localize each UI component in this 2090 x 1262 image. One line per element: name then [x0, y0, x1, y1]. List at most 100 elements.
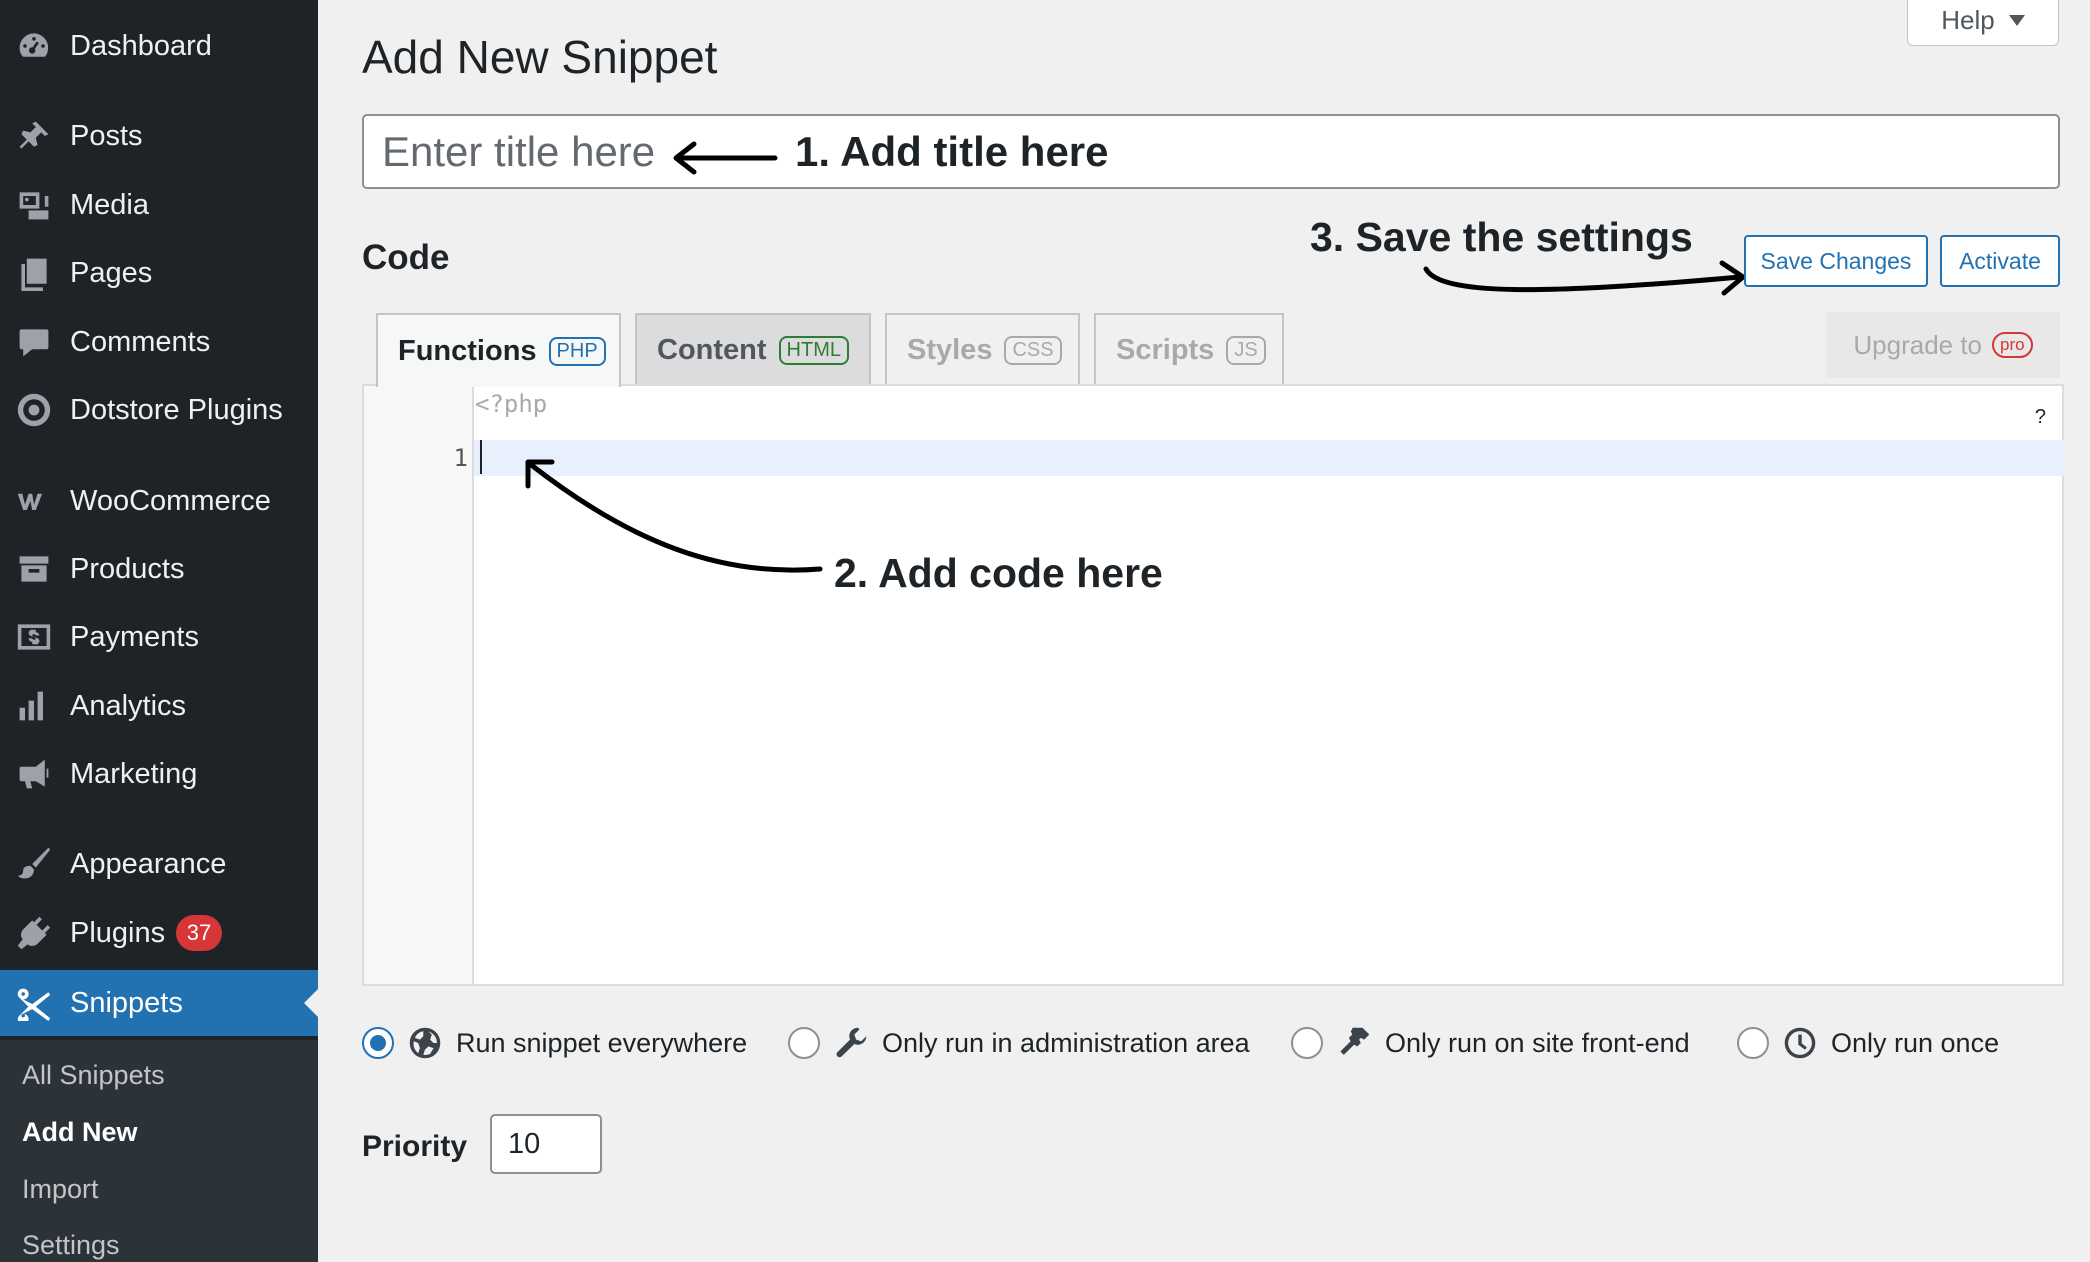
scope-option-front-end[interactable]: Only run on site front-end [1291, 1018, 1690, 1068]
sidebar-item-label: WooCommerce [70, 484, 271, 517]
sidebar-item-label: Snippets [70, 986, 183, 1019]
sidebar-item-label: Posts [70, 119, 143, 152]
media-icon [14, 185, 54, 225]
annotation-step-3: 3. Save the settings [1310, 214, 1693, 260]
tab-tag: PHP [548, 336, 606, 366]
pages-icon [14, 253, 54, 293]
activate-button[interactable]: Activate [1940, 235, 2060, 287]
scope-radio[interactable] [1737, 1027, 1769, 1059]
priority-label: Priority [362, 1130, 468, 1163]
sidebar-item-dashboard[interactable]: Dashboard [0, 15, 318, 77]
tab-scripts[interactable]: Scripts JS [1094, 313, 1284, 385]
arrow-left-annotation-icon [673, 141, 778, 175]
submenu-add-new[interactable]: Add New [22, 1117, 138, 1148]
sidebar-item-posts[interactable]: Posts [0, 105, 318, 167]
sidebar-item-label: Pages [70, 256, 153, 289]
scope-label: Run snippet everywhere [456, 1027, 748, 1058]
plugins-update-badge: 37 [176, 915, 222, 951]
scope-radio[interactable] [1291, 1027, 1323, 1059]
tab-label: Styles [907, 333, 993, 366]
text-cursor [480, 440, 482, 474]
save-changes-button[interactable]: Save Changes [1744, 235, 1928, 287]
tab-styles[interactable]: Styles CSS [885, 313, 1080, 385]
submenu-import[interactable]: Import [22, 1174, 99, 1205]
scope-radio[interactable] [788, 1027, 820, 1059]
annotation-step-2: 2. Add code here [834, 550, 1163, 596]
page-title: Add New Snippet [362, 31, 718, 83]
sidebar-item-snippets[interactable]: Snippets [0, 970, 318, 1036]
scope-label: Only run on site front-end [1385, 1027, 1690, 1058]
help-label: Help [1941, 4, 1995, 35]
tab-label: Content [657, 333, 767, 366]
pin-icon [14, 116, 54, 156]
sidebar-item-marketing[interactable]: Marketing [0, 743, 318, 805]
editor-help-link[interactable]: ? [2035, 406, 2046, 429]
sidebar-item-dotstore-plugins[interactable]: Dotstore Plugins [0, 379, 318, 441]
bar-chart-icon [14, 686, 54, 726]
sidebar-item-appearance[interactable]: Appearance [0, 833, 318, 895]
scope-label: Only run in administration area [882, 1027, 1250, 1058]
sidebar-item-label: Comments [70, 325, 211, 358]
scope-option-admin[interactable]: Only run in administration area [788, 1018, 1250, 1068]
sidebar-item-media[interactable]: Media [0, 174, 318, 236]
submenu-settings[interactable]: Settings [22, 1230, 120, 1261]
submenu-all-snippets[interactable]: All Snippets [22, 1060, 165, 1091]
scope-option-everywhere[interactable]: Run snippet everywhere [362, 1018, 747, 1068]
archive-icon [14, 549, 54, 589]
tab-label: Scripts [1116, 333, 1215, 366]
upgrade-to-pro-button[interactable]: Upgrade to pro [1826, 312, 2060, 378]
clock-icon [1784, 1027, 1816, 1059]
dashboard-icon [14, 26, 54, 66]
pro-badge: pro [1992, 332, 2033, 358]
sidebar-item-woocommerce[interactable]: WooCommerce [0, 470, 318, 532]
arrow-curved-up-left-annotation-icon [525, 459, 823, 573]
annotation-step-1: 1. Add title here [795, 128, 1109, 175]
code-section-heading: Code [362, 238, 450, 277]
arrow-curved-right-annotation-icon [1423, 260, 1746, 296]
sidebar-item-label: Payments [70, 620, 199, 653]
admin-sidebar: Dashboard Posts Media Pages Comments Dot… [0, 0, 318, 1262]
tab-tag: HTML [778, 335, 849, 365]
sidebar-item-label: Analytics [70, 689, 187, 722]
sidebar-item-label: Dashboard [70, 29, 212, 62]
hammer-icon [1340, 1027, 1370, 1055]
sidebar-item-label: Marketing [70, 757, 198, 790]
brush-icon [14, 844, 54, 884]
dollar-icon [14, 617, 54, 657]
globe-icon [409, 1027, 441, 1059]
tab-tag: CSS [1004, 335, 1062, 365]
priority-input[interactable] [490, 1114, 602, 1174]
tab-functions[interactable]: Functions PHP [376, 313, 621, 387]
scope-label: Only run once [1831, 1027, 2000, 1058]
tab-tag: JS [1226, 335, 1266, 365]
woo-icon [14, 481, 54, 521]
dotstore-icon [14, 390, 54, 430]
tab-label: Functions [398, 334, 537, 367]
scope-option-once[interactable]: Only run once [1737, 1018, 1999, 1068]
sidebar-item-plugins[interactable]: Plugins 37 [0, 902, 318, 964]
sidebar-item-pages[interactable]: Pages [0, 242, 318, 304]
upgrade-label: Upgrade to [1853, 329, 1983, 360]
help-button[interactable]: Help [1907, 0, 2059, 46]
php-open-tag: <?php [475, 390, 548, 418]
sidebar-item-label: Products [70, 552, 185, 585]
wrench-icon [836, 1027, 867, 1058]
comment-icon [14, 322, 54, 362]
sidebar-item-analytics[interactable]: Analytics [0, 675, 318, 737]
snippet-title-input[interactable] [362, 114, 2060, 189]
megaphone-icon [14, 754, 54, 794]
sidebar-item-label: Dotstore Plugins [70, 393, 283, 426]
scope-radio[interactable] [362, 1027, 394, 1059]
line-number: 1 [453, 444, 468, 472]
sidebar-item-label: Plugins [70, 916, 166, 949]
sidebar-item-label: Appearance [70, 847, 227, 880]
sidebar-item-payments[interactable]: Payments [0, 606, 318, 668]
sidebar-item-comments[interactable]: Comments [0, 311, 318, 373]
snippets-submenu: All Snippets Add New Import Settings [0, 1040, 318, 1262]
plug-icon [14, 913, 54, 953]
sidebar-item-products[interactable]: Products [0, 538, 318, 600]
caret-down-icon [2008, 14, 2025, 26]
tab-content[interactable]: Content HTML [635, 313, 871, 385]
scissors-icon [14, 983, 54, 1023]
sidebar-item-label: Media [70, 188, 149, 221]
